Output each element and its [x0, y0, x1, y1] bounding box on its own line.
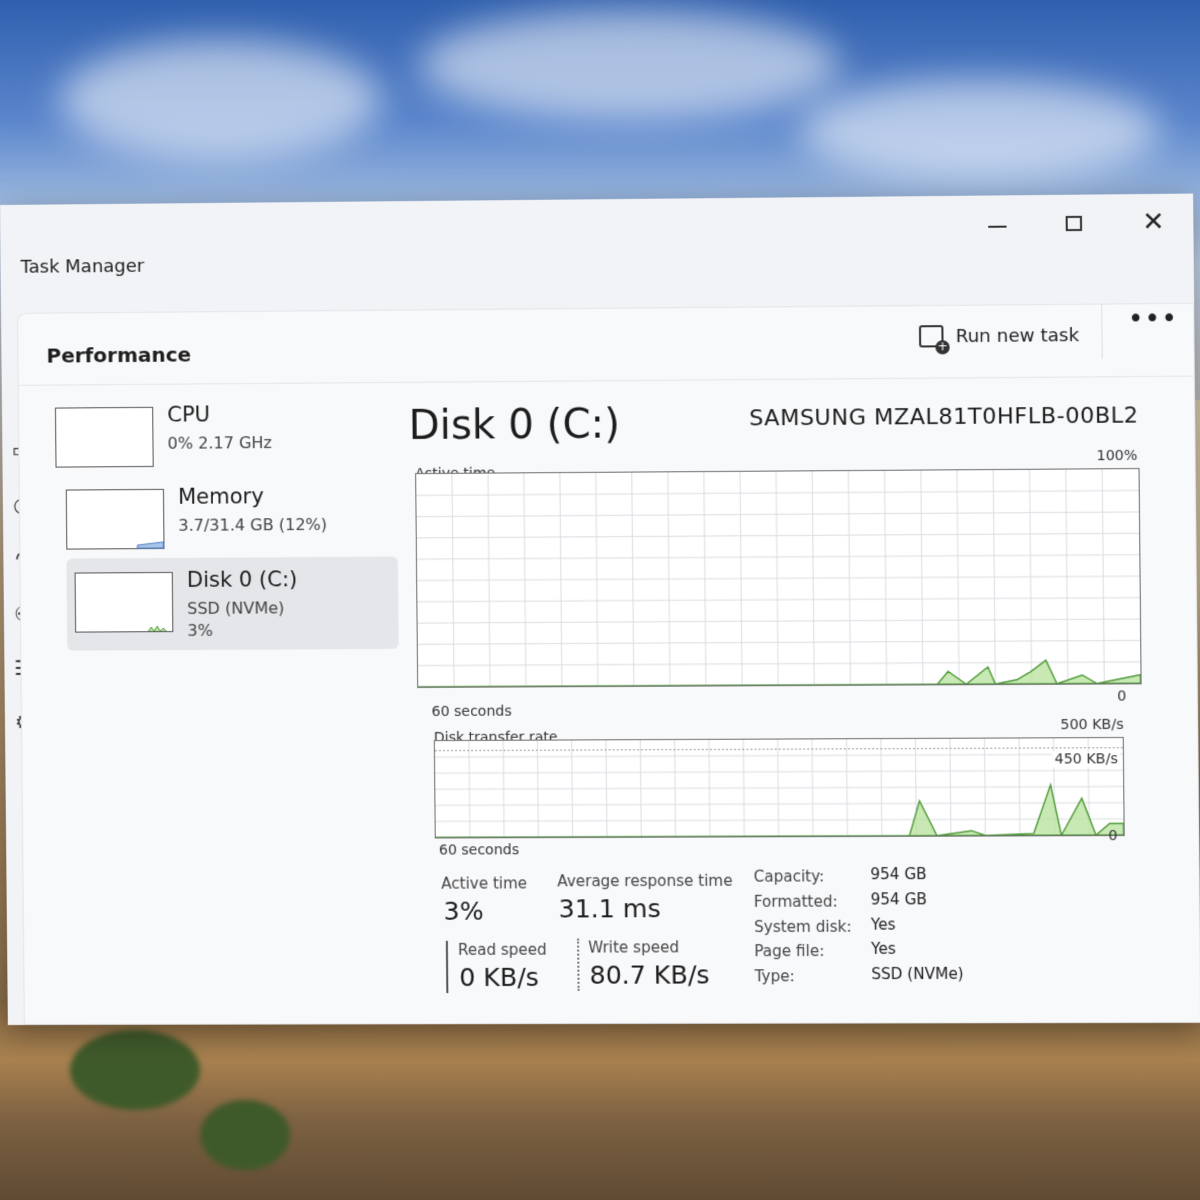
active-time-graph: [415, 468, 1142, 688]
marker-line: [435, 748, 1123, 751]
property-value: 954 GB: [870, 864, 927, 884]
g1-svg: [416, 469, 1141, 687]
transfer-rate-graph-min: 0: [1108, 827, 1118, 845]
task-manager-window: Task Manager ✕ ▭ ◷ ∿ ⚇ ☰ ⚙ ⚙ Performance…: [0, 193, 1200, 1026]
write-speed-label: Write speed: [588, 938, 680, 957]
active-time-graph-max: 100%: [1096, 447, 1138, 465]
active-time-value: 3%: [443, 896, 484, 926]
device-name: Disk 0 (C:): [186, 567, 298, 592]
device-item-cpu[interactable]: CPU 0% 2.17 GHz: [47, 391, 379, 486]
transfer-rate-graph-max: 500 KB/s: [1060, 716, 1124, 734]
run-new-task-button[interactable]: Run new task: [918, 315, 1080, 357]
memory-thumbnail-graph: [65, 488, 165, 550]
close-button[interactable]: ✕: [1130, 202, 1177, 243]
background-bush: [70, 1030, 200, 1110]
device-usage: 3%: [187, 620, 213, 640]
device-name: Memory: [177, 484, 264, 509]
device-type: SSD (NVMe): [187, 598, 285, 618]
grid-line: [435, 803, 1123, 806]
grid-line: [417, 512, 1139, 517]
property-value: Yes: [871, 939, 896, 958]
property-label: Page file:: [754, 941, 825, 961]
grid-line: [435, 770, 1123, 773]
divider: [1101, 304, 1103, 360]
device-detail: 3.7/31.4 GB (12%): [178, 514, 328, 535]
property-value: 954 GB: [870, 890, 927, 909]
read-speed-label: Read speed: [457, 940, 547, 959]
cloud: [420, 10, 840, 120]
grid-line: [418, 619, 1140, 623]
grid-line: [417, 598, 1139, 602]
run-task-icon: [918, 325, 944, 348]
property-label: System disk:: [754, 917, 852, 937]
grid-line: [416, 490, 1138, 495]
transfer-rate-graph: [433, 736, 1125, 839]
device-list: CPU 0% 2.17 GHz Memory 3.7/31.4 GB (12%): [49, 391, 399, 651]
disk-thumbnail-fill: [147, 624, 167, 632]
disk-title: Disk 0 (C:): [408, 401, 621, 450]
background-bush: [200, 1100, 290, 1170]
grid-line: [417, 576, 1139, 580]
maximize-icon: [1065, 215, 1083, 231]
g2-svg: [435, 738, 1124, 838]
property-value: SSD (NVMe): [871, 964, 964, 984]
read-speed-bar: [445, 940, 449, 994]
device-name: CPU: [167, 402, 211, 427]
title-bar: Task Manager ✕: [0, 194, 1194, 295]
minimize-icon: [988, 225, 1007, 228]
disk-thumbnail-graph: [74, 571, 174, 633]
performance-panel: Performance Run new task ••• CPU 0% 2.17…: [17, 302, 1200, 1025]
memory-thumbnail-fill: [136, 540, 164, 548]
device-item-disk-0[interactable]: Disk 0 (C:) SSD (NVMe) 3%: [66, 556, 399, 651]
grid-line: [436, 819, 1124, 822]
grid-line: [417, 555, 1139, 559]
transfer-rate-graph-span: 60 seconds: [438, 842, 520, 859]
close-icon: ✕: [1142, 206, 1165, 238]
device-item-memory[interactable]: Memory 3.7/31.4 GB (12%): [58, 473, 390, 567]
transfer-rate-marker: 450 KB/s: [1052, 751, 1120, 768]
grid-line: [417, 533, 1139, 538]
run-new-task-label: Run new task: [955, 324, 1080, 347]
cloud: [800, 80, 1160, 180]
window-title: Task Manager: [20, 255, 145, 278]
grid-line: [418, 640, 1140, 644]
property-label: Type:: [754, 967, 795, 986]
maximize-button[interactable]: [1050, 203, 1097, 244]
disk-model: SAMSUNG MZAL81T0HFLB-00BL2: [749, 403, 1139, 432]
active-time-label: Active time: [441, 874, 528, 893]
active-time-graph-min: 0: [1117, 688, 1127, 705]
more-options-button[interactable]: •••: [1128, 304, 1178, 335]
panel-header: Performance Run new task •••: [18, 303, 1194, 386]
write-speed-value: 80.7 KB/s: [589, 960, 710, 990]
write-speed-bar: [577, 938, 580, 991]
cpu-thumbnail-graph: [54, 406, 154, 468]
cloud: [60, 40, 380, 160]
minimize-button[interactable]: [974, 203, 1021, 244]
device-detail: 0% 2.17 GHz: [167, 432, 273, 453]
read-speed-value: 0 KB/s: [459, 962, 540, 993]
avg-response-label: Average response time: [557, 871, 733, 891]
grid-line: [435, 754, 1123, 757]
grid-line: [418, 662, 1140, 666]
grid-line: [435, 787, 1123, 790]
property-value: Yes: [870, 915, 896, 934]
active-time-graph-span: 60 seconds: [431, 703, 512, 721]
page-title: Performance: [46, 342, 192, 368]
avg-response-value: 31.1 ms: [558, 894, 661, 924]
property-label: Capacity:: [753, 867, 825, 886]
background-rocks: [0, 1000, 1200, 1200]
property-label: Formatted:: [753, 892, 838, 911]
device-detail: SSD (NVMe) 3%: [187, 597, 285, 642]
